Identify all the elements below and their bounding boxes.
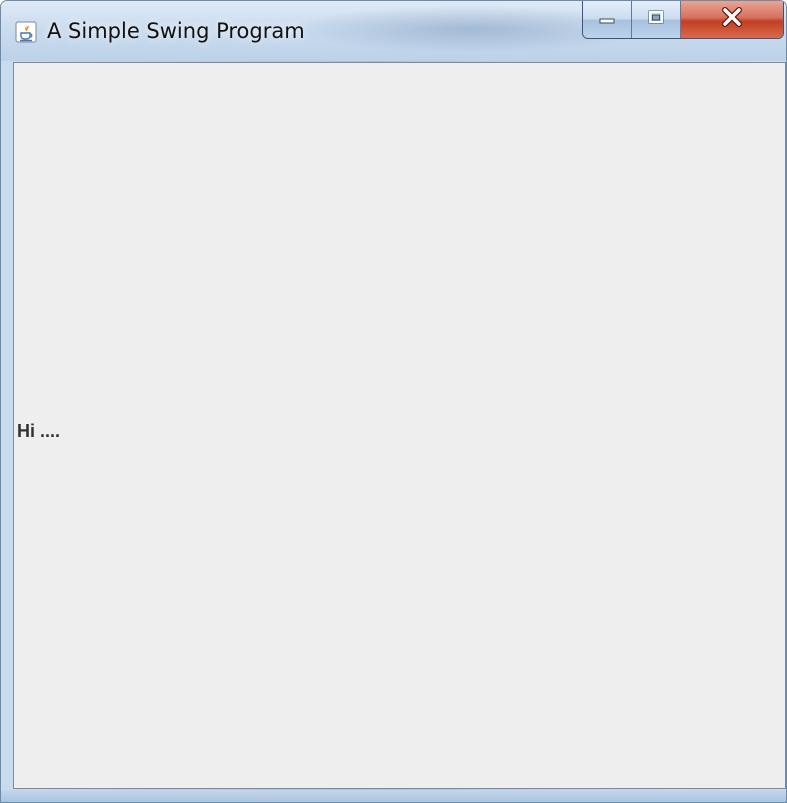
app-window: A Simple Swing Program Hi .... (0, 0, 787, 803)
minimize-icon (598, 11, 616, 29)
hi-label: Hi .... (17, 421, 61, 441)
window-title: A Simple Swing Program (47, 19, 305, 43)
maximize-icon (647, 9, 665, 30)
close-button[interactable] (681, 1, 783, 38)
maximize-button[interactable] (632, 1, 681, 38)
content-pane: Hi .... (13, 62, 786, 789)
window-bottom-border[interactable] (1, 790, 786, 802)
java-icon[interactable] (15, 21, 37, 43)
minimize-button[interactable] (583, 1, 632, 38)
close-icon (720, 7, 744, 32)
caption-buttons (582, 1, 784, 39)
title-bar[interactable]: A Simple Swing Program (1, 1, 786, 61)
